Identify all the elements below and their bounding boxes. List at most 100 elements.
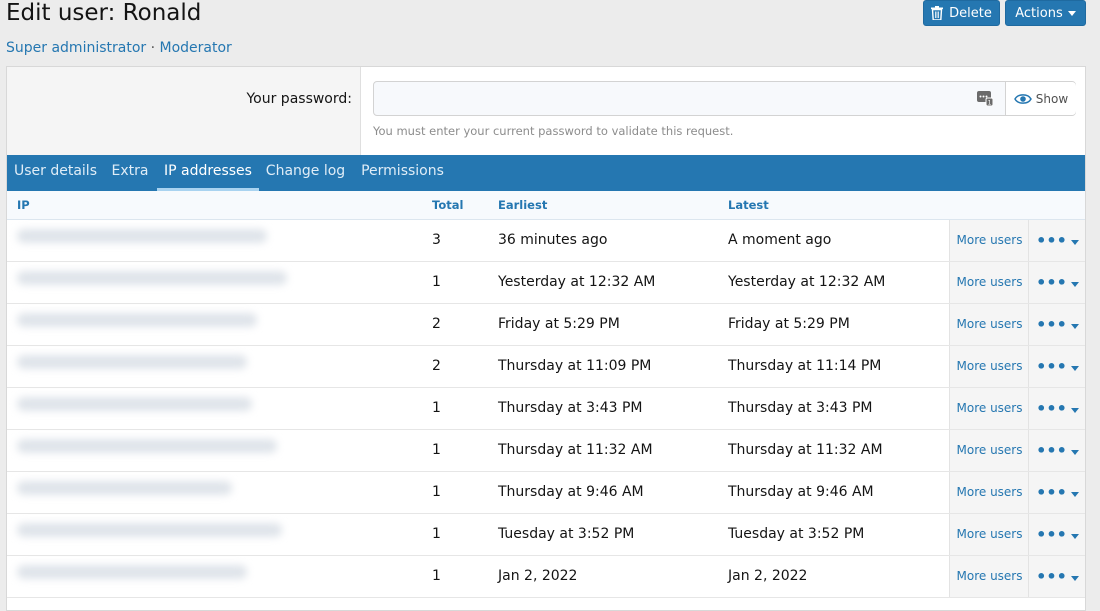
group-separator: · (150, 40, 156, 56)
row-menu-button[interactable]: ••• (1028, 430, 1085, 471)
show-password-label: Show (1035, 91, 1069, 106)
table-row: 2 Thursday at 11:09 PM Thursday at 11:14… (7, 346, 1085, 388)
total-cell: 1 (432, 400, 441, 416)
row-menu-button[interactable]: ••• (1028, 346, 1085, 387)
more-users-link[interactable]: More users (949, 514, 1029, 555)
actions-label: Actions (1015, 5, 1063, 21)
user-edit-block: Your password: 1 Show You must enter you… (6, 66, 1086, 611)
tab-extra[interactable]: Extra (104, 155, 156, 191)
more-dots-icon: ••• (1036, 567, 1067, 586)
chevron-down-icon (1070, 281, 1079, 287)
more-dots-icon: ••• (1036, 441, 1067, 460)
ip-cell-redacted[interactable] (7, 304, 329, 345)
show-password-button[interactable]: Show (1005, 82, 1076, 115)
group-link-moderator[interactable]: Moderator (160, 40, 232, 56)
table-header: IP Total Earliest Latest (7, 191, 1085, 220)
more-users-link[interactable]: More users (949, 472, 1029, 513)
latest-cell: Thursday at 11:14 PM (728, 358, 882, 374)
row-menu-button[interactable]: ••• (1028, 388, 1085, 429)
tab-ip-addresses[interactable]: IP addresses (157, 155, 259, 191)
more-dots-icon: ••• (1036, 315, 1067, 334)
ip-cell-redacted[interactable] (7, 388, 329, 429)
more-users-link[interactable]: More users (949, 346, 1029, 387)
actions-button[interactable]: Actions (1005, 0, 1086, 26)
password-label-cell: Your password: (7, 67, 361, 155)
table-row: 2 Friday at 5:29 PM Friday at 5:29 PM Mo… (7, 304, 1085, 346)
column-header-latest[interactable]: Latest (728, 198, 769, 212)
tab-bar: User details Extra IP addresses Change l… (7, 155, 1085, 191)
password-label: Your password: (246, 91, 352, 107)
more-dots-icon: ••• (1036, 399, 1067, 418)
table-row: 1 Jan 2, 2022 Jan 2, 2022 More users ••• (7, 556, 1085, 598)
row-menu-button[interactable]: ••• (1028, 514, 1085, 555)
column-header-earliest[interactable]: Earliest (498, 198, 547, 212)
tab-change-log[interactable]: Change log (259, 155, 352, 191)
row-menu-button[interactable]: ••• (1028, 556, 1085, 597)
more-dots-icon: ••• (1036, 231, 1067, 250)
chevron-down-icon (1070, 407, 1079, 413)
earliest-cell: Jan 2, 2022 (498, 568, 578, 584)
table-row: 1 Yesterday at 12:32 AM Yesterday at 12:… (7, 262, 1085, 304)
tab-user-details[interactable]: User details (7, 155, 104, 191)
chevron-down-icon (1070, 323, 1079, 329)
row-menu-button[interactable]: ••• (1028, 472, 1085, 513)
svg-text:1: 1 (988, 100, 992, 107)
delete-button[interactable]: Delete (923, 0, 1000, 26)
total-cell: 1 (432, 526, 441, 542)
total-cell: 1 (432, 274, 441, 290)
user-groups: Super administrator · Moderator (6, 40, 232, 56)
chevron-down-icon (1067, 10, 1076, 16)
column-header-ip[interactable]: IP (17, 198, 30, 212)
total-cell: 2 (432, 358, 441, 374)
row-menu-button[interactable]: ••• (1028, 220, 1085, 261)
password-field-wrapper: 1 Show (373, 81, 1076, 117)
password-row: Your password: 1 Show You must enter you… (7, 67, 1085, 155)
latest-cell: Thursday at 11:32 AM (728, 442, 883, 458)
ip-cell-redacted[interactable] (7, 514, 329, 555)
chevron-down-icon (1070, 533, 1079, 539)
chevron-down-icon (1070, 575, 1079, 581)
more-users-link[interactable]: More users (949, 430, 1029, 471)
ip-cell-redacted[interactable] (7, 430, 329, 471)
more-users-link[interactable]: More users (949, 262, 1029, 303)
earliest-cell: Tuesday at 3:52 PM (498, 526, 635, 542)
more-users-link[interactable]: More users (949, 220, 1029, 261)
row-menu-button[interactable]: ••• (1028, 262, 1085, 303)
latest-cell: Friday at 5:29 PM (728, 316, 850, 332)
earliest-cell: Thursday at 9:46 AM (498, 484, 644, 500)
more-users-link[interactable]: More users (949, 304, 1029, 345)
ip-cell-redacted[interactable] (7, 472, 329, 513)
earliest-cell: Thursday at 11:09 PM (498, 358, 652, 374)
latest-cell: Thursday at 9:46 AM (728, 484, 874, 500)
key-icon[interactable]: 1 (977, 90, 994, 110)
group-link-super-administrator[interactable]: Super administrator (6, 40, 146, 56)
chevron-down-icon (1070, 365, 1079, 371)
more-users-link[interactable]: More users (949, 388, 1029, 429)
earliest-cell: Yesterday at 12:32 AM (498, 274, 656, 290)
tab-permissions[interactable]: Permissions (354, 155, 451, 191)
ip-cell-redacted[interactable] (7, 220, 329, 261)
row-menu-button[interactable]: ••• (1028, 304, 1085, 345)
more-dots-icon: ••• (1036, 525, 1067, 544)
more-dots-icon: ••• (1036, 483, 1067, 502)
latest-cell: Yesterday at 12:32 AM (728, 274, 886, 290)
trash-icon (931, 6, 944, 20)
latest-cell: Thursday at 3:43 PM (728, 400, 873, 416)
chevron-down-icon (1070, 449, 1079, 455)
latest-cell: A moment ago (728, 232, 832, 248)
ip-cell-redacted[interactable] (7, 262, 329, 303)
ip-cell-redacted[interactable] (7, 556, 329, 597)
column-header-total[interactable]: Total (432, 198, 463, 212)
chevron-down-icon (1070, 239, 1079, 245)
earliest-cell: Thursday at 11:32 AM (498, 442, 653, 458)
ip-cell-redacted[interactable] (7, 346, 329, 387)
total-cell: 1 (432, 442, 441, 458)
total-cell: 2 (432, 316, 441, 332)
more-dots-icon: ••• (1036, 357, 1067, 376)
password-input[interactable] (374, 82, 1008, 117)
more-users-link[interactable]: More users (949, 556, 1029, 597)
total-cell: 3 (432, 232, 441, 248)
table-row: 1 Thursday at 11:32 AM Thursday at 11:32… (7, 430, 1085, 472)
delete-label: Delete (949, 5, 992, 21)
total-cell: 1 (432, 484, 441, 500)
